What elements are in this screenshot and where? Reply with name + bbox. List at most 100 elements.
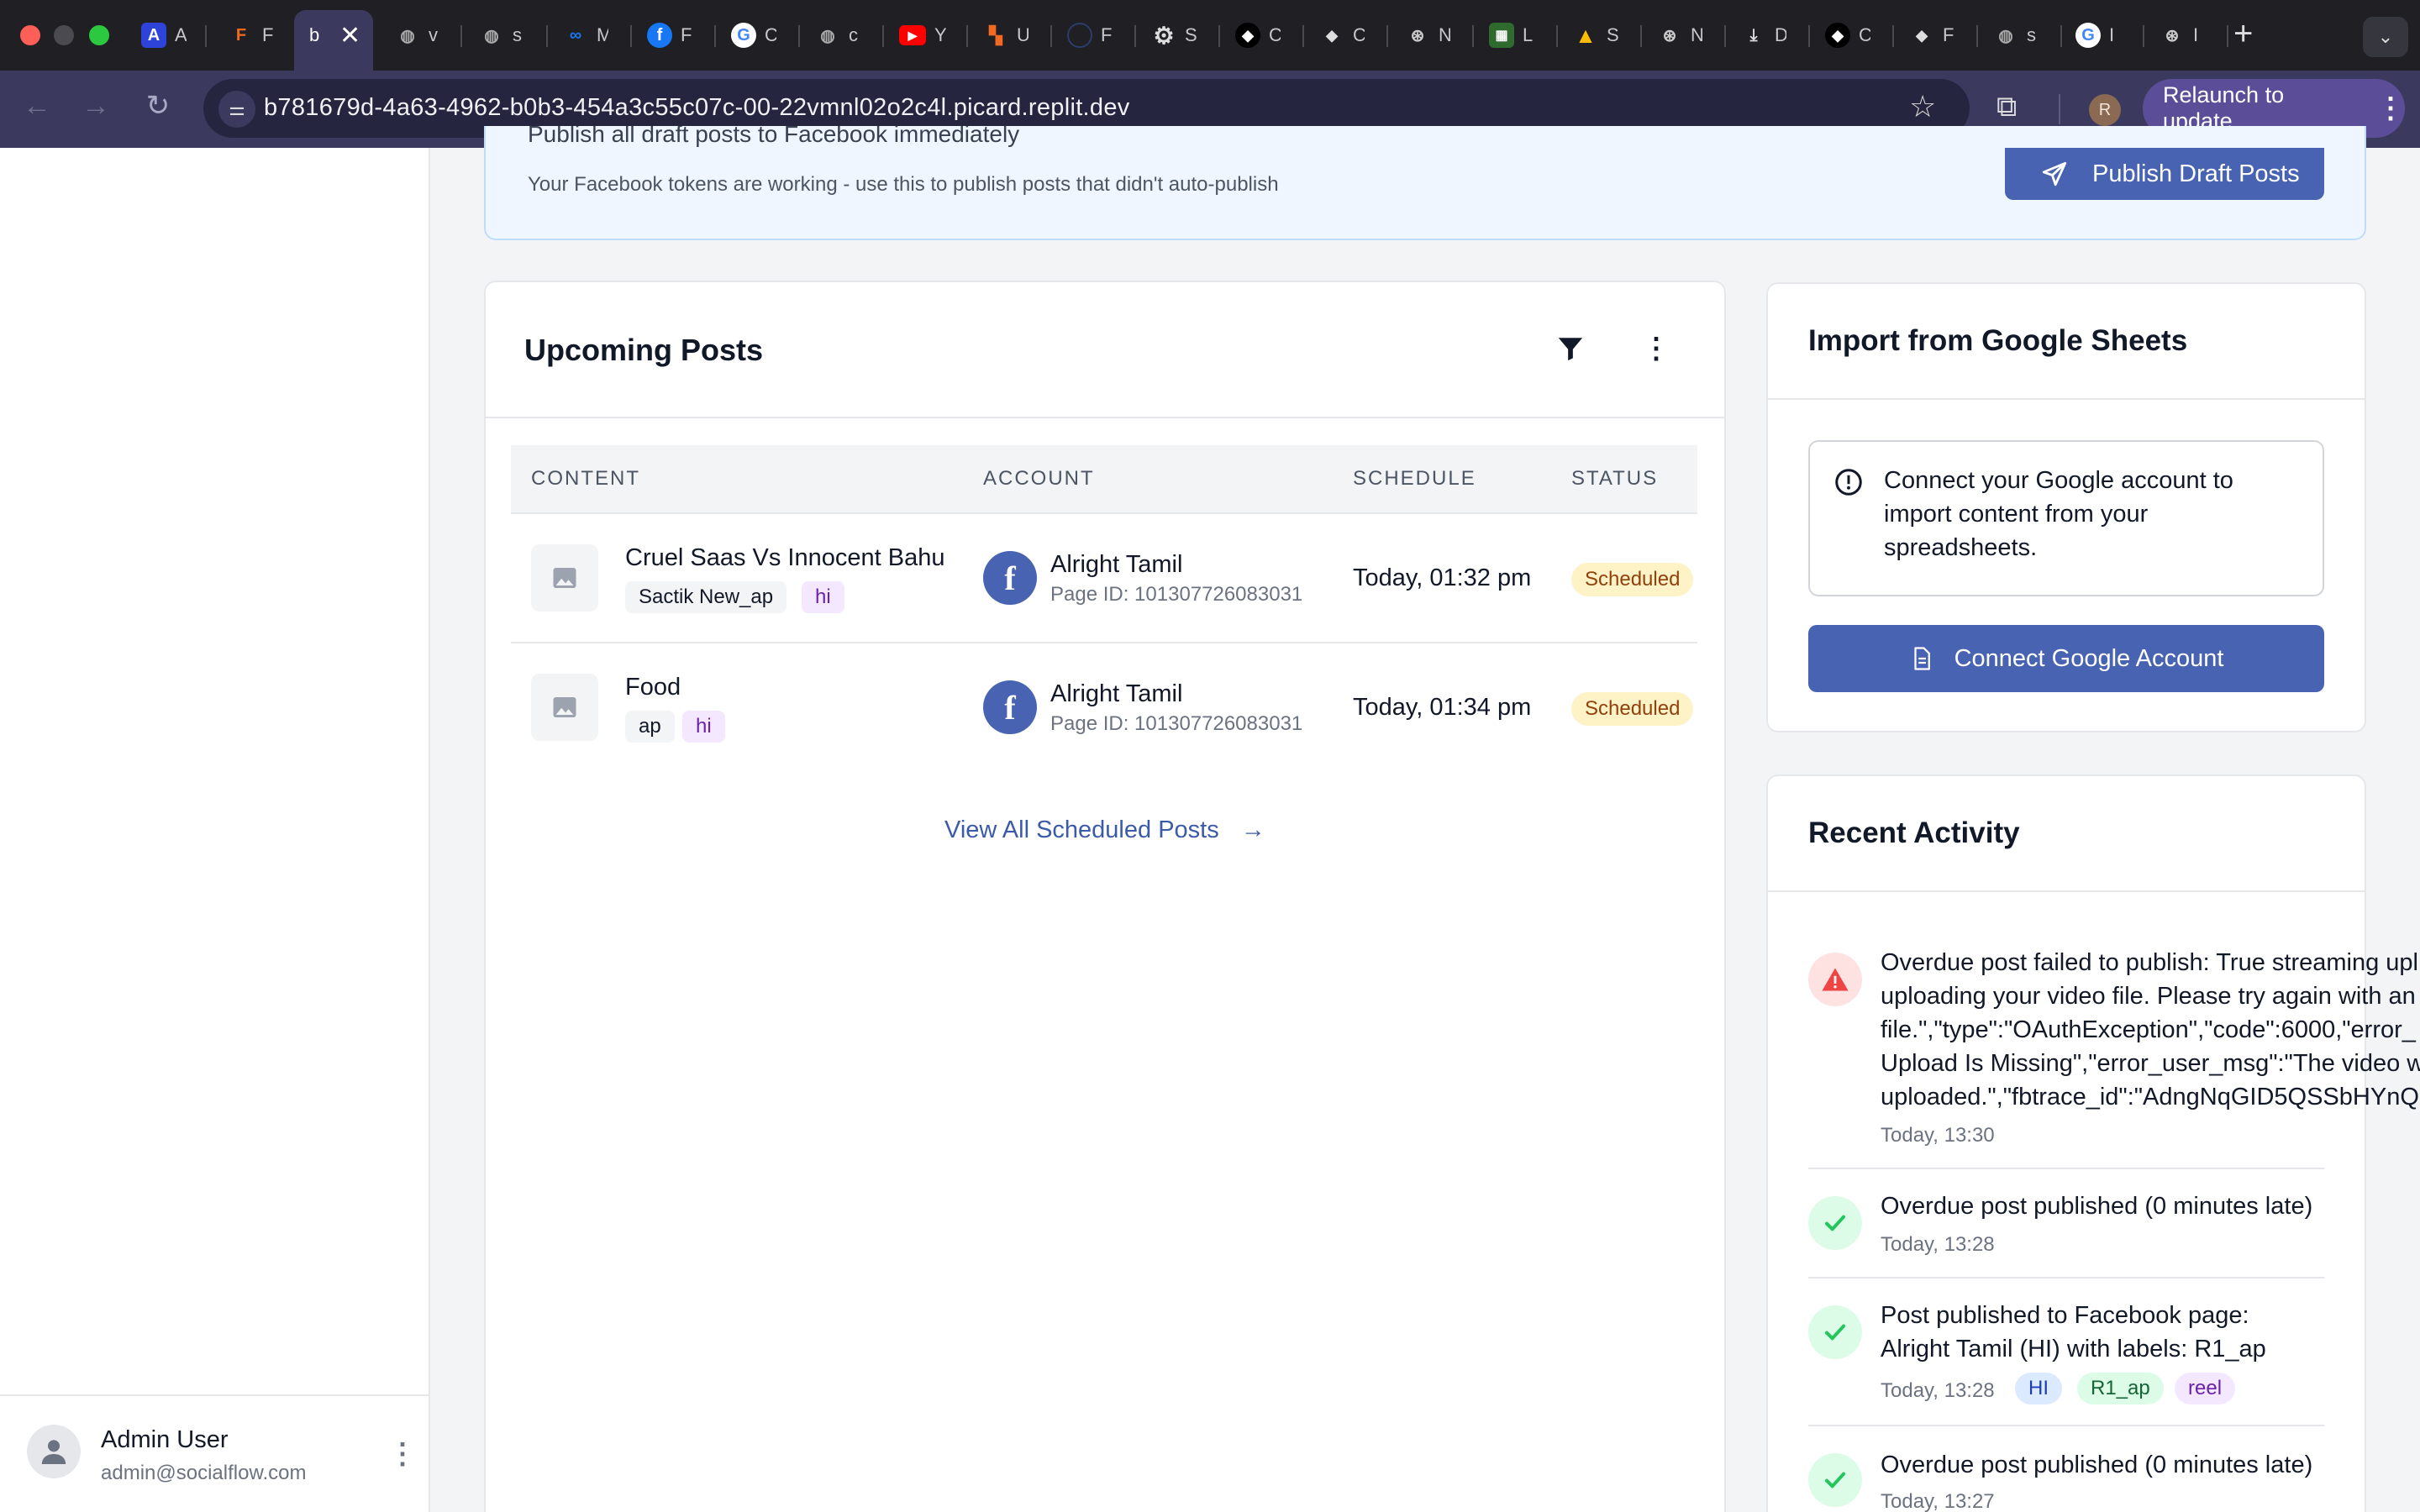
card-divider <box>1768 398 2365 400</box>
chrome-icon: ⊛ <box>1662 26 1677 45</box>
tab-separator <box>1556 25 1558 47</box>
profile-avatar[interactable]: R <box>2089 94 2121 126</box>
facebook-icon: f <box>647 23 672 48</box>
toolbar-divider <box>2059 94 2060 124</box>
window-close-button[interactable] <box>20 25 40 45</box>
tab-label: S <box>1607 24 1618 45</box>
browser-tab[interactable]: ▦ L <box>1489 13 1534 57</box>
tab-close-icon[interactable]: ✕ <box>339 21 360 50</box>
browser-tab[interactable]: ∞ M <box>563 13 608 57</box>
gear-icon: ⚙ <box>1153 22 1175 49</box>
more-options-icon[interactable]: ⋮ <box>1642 334 1670 363</box>
browser-tab[interactable]: ⚙ S <box>1151 13 1197 57</box>
browser-tab[interactable]: ⊛ N <box>1657 13 1702 57</box>
tab-separator <box>460 25 462 47</box>
status-badge: Scheduled <box>1571 563 1694 596</box>
chrome-icon: ⊛ <box>2165 26 2180 45</box>
image-icon <box>553 568 576 588</box>
tab-label: F <box>681 24 692 45</box>
connect-google-account-button[interactable]: Connect Google Account <box>1808 625 2324 692</box>
tab-label: v <box>429 24 438 45</box>
tab-label: I <box>2193 24 2199 45</box>
tab-separator <box>2060 25 2062 47</box>
card-divider <box>1768 890 2365 892</box>
tab-label: F <box>262 24 274 45</box>
browser-tab[interactable]: ▚ U <box>983 13 1028 57</box>
tab-separator <box>1302 25 1304 47</box>
filter-icon[interactable] <box>1556 334 1585 363</box>
post-thumbnail <box>531 674 598 741</box>
post-thumbnail <box>531 544 598 612</box>
google-info-box: Connect your Google account to import co… <box>1808 440 2324 596</box>
tab-label: U <box>1017 24 1028 45</box>
browser-tab[interactable]: ◍ v <box>395 13 440 57</box>
publish-draft-posts-button[interactable]: Publish Draft Posts <box>2005 148 2324 200</box>
browser-tab[interactable]: ◆ C <box>1319 13 1365 57</box>
arrow-right-icon: → <box>1240 816 1265 843</box>
post-tag: hi <box>802 581 844 613</box>
tab-separator <box>882 25 884 47</box>
tab-separator <box>1386 25 1388 47</box>
recent-activity-title: Recent Activity <box>1808 816 2020 849</box>
banner-description: Your Facebook tokens are working - use t… <box>528 173 1279 196</box>
tab-separator <box>1724 25 1726 47</box>
browser-tab[interactable]: ◍ s <box>1993 13 2039 57</box>
globe-icon: ◍ <box>820 26 835 45</box>
more-vertical-icon[interactable]: ⋮ <box>2376 92 2405 125</box>
tab-separator <box>1976 25 1978 47</box>
tab-label: L <box>1523 24 1534 45</box>
status-badge: Scheduled <box>1571 692 1694 726</box>
post-tag: Sactik New_ap <box>625 581 787 613</box>
view-all-scheduled-posts-link[interactable]: View All Scheduled Posts → <box>944 816 1265 844</box>
window-maximize-button[interactable] <box>89 25 109 45</box>
google-icon: G <box>2075 23 2101 48</box>
cube-icon: ◆ <box>1326 26 1338 44</box>
account-name: Alright Tamil <box>1050 551 1183 578</box>
browser-tab[interactable]: ▲ S <box>1573 13 1618 57</box>
forward-arrow-icon[interactable]: → <box>77 87 114 124</box>
tab-favicon-icon <box>1067 23 1092 48</box>
tab-label: s <box>2027 24 2036 45</box>
browser-tab[interactable]: ◍ s <box>479 13 524 57</box>
browser-tab[interactable]: F <box>1067 13 1113 57</box>
avatar <box>27 1425 81 1478</box>
browser-tab[interactable]: ⤓ D <box>1741 13 1786 57</box>
reload-icon[interactable]: ↻ <box>139 87 176 124</box>
tab-label: N <box>1691 24 1702 45</box>
column-header-account: ACCOUNT <box>983 467 1095 490</box>
browser-tab[interactable]: ◆ F <box>1909 13 1954 57</box>
column-header-status: STATUS <box>1571 467 1659 490</box>
connect-google-account-label: Connect Google Account <box>1954 644 2224 672</box>
bookmark-star-icon[interactable]: ☆ <box>1909 89 1936 124</box>
window-minimize-button[interactable] <box>54 25 74 45</box>
table-row-divider <box>511 512 1697 514</box>
browser-tab[interactable]: ⊛ N <box>1405 13 1450 57</box>
back-arrow-icon[interactable]: ← <box>18 87 55 124</box>
browser-tab[interactable]: ◆ C <box>1235 13 1281 57</box>
url-text[interactable]: b781679d-4a63-4962-b0b3-454a3c55c07c-00-… <box>264 94 1130 122</box>
new-tab-icon[interactable]: + <box>2233 15 2253 53</box>
facebook-icon: f <box>983 680 1037 734</box>
account-page-id: Page ID: 101307726083031 <box>1050 712 1303 735</box>
tab-label: F <box>1101 24 1113 45</box>
browser-tab[interactable]: ▶ Y <box>899 13 946 57</box>
site-settings-icon[interactable]: ⚌ <box>218 91 255 128</box>
browser-tab[interactable]: GI <box>2075 13 2121 57</box>
browser-tab[interactable]: ◍ c <box>815 13 860 57</box>
user-profile[interactable]: Admin User admin@socialflow.com ⋮ <box>0 1394 429 1512</box>
browser-tab[interactable]: fF <box>647 13 692 57</box>
tab-label: S <box>1185 24 1197 45</box>
browser-tab[interactable]: ◆ C <box>1825 13 1870 57</box>
tab-label: F <box>1943 24 1954 45</box>
user-menu-icon[interactable]: ⋮ <box>388 1440 417 1468</box>
browser-tab[interactable]: GC <box>731 13 776 57</box>
document-icon <box>1913 647 1930 670</box>
clapper-icon: ▦ <box>1489 23 1514 48</box>
tab-search-button[interactable]: ⌄ <box>2363 17 2408 57</box>
browser-tab[interactable]: ⊛ I <box>2160 13 2205 57</box>
browser-tab[interactable]: FF <box>229 13 274 57</box>
browser-tab-active[interactable]: b ✕ <box>309 13 360 57</box>
extensions-icon[interactable]: ⧉ <box>1996 91 2017 123</box>
browser-tab[interactable]: AA <box>141 13 187 57</box>
tab-separator <box>2143 25 2144 47</box>
